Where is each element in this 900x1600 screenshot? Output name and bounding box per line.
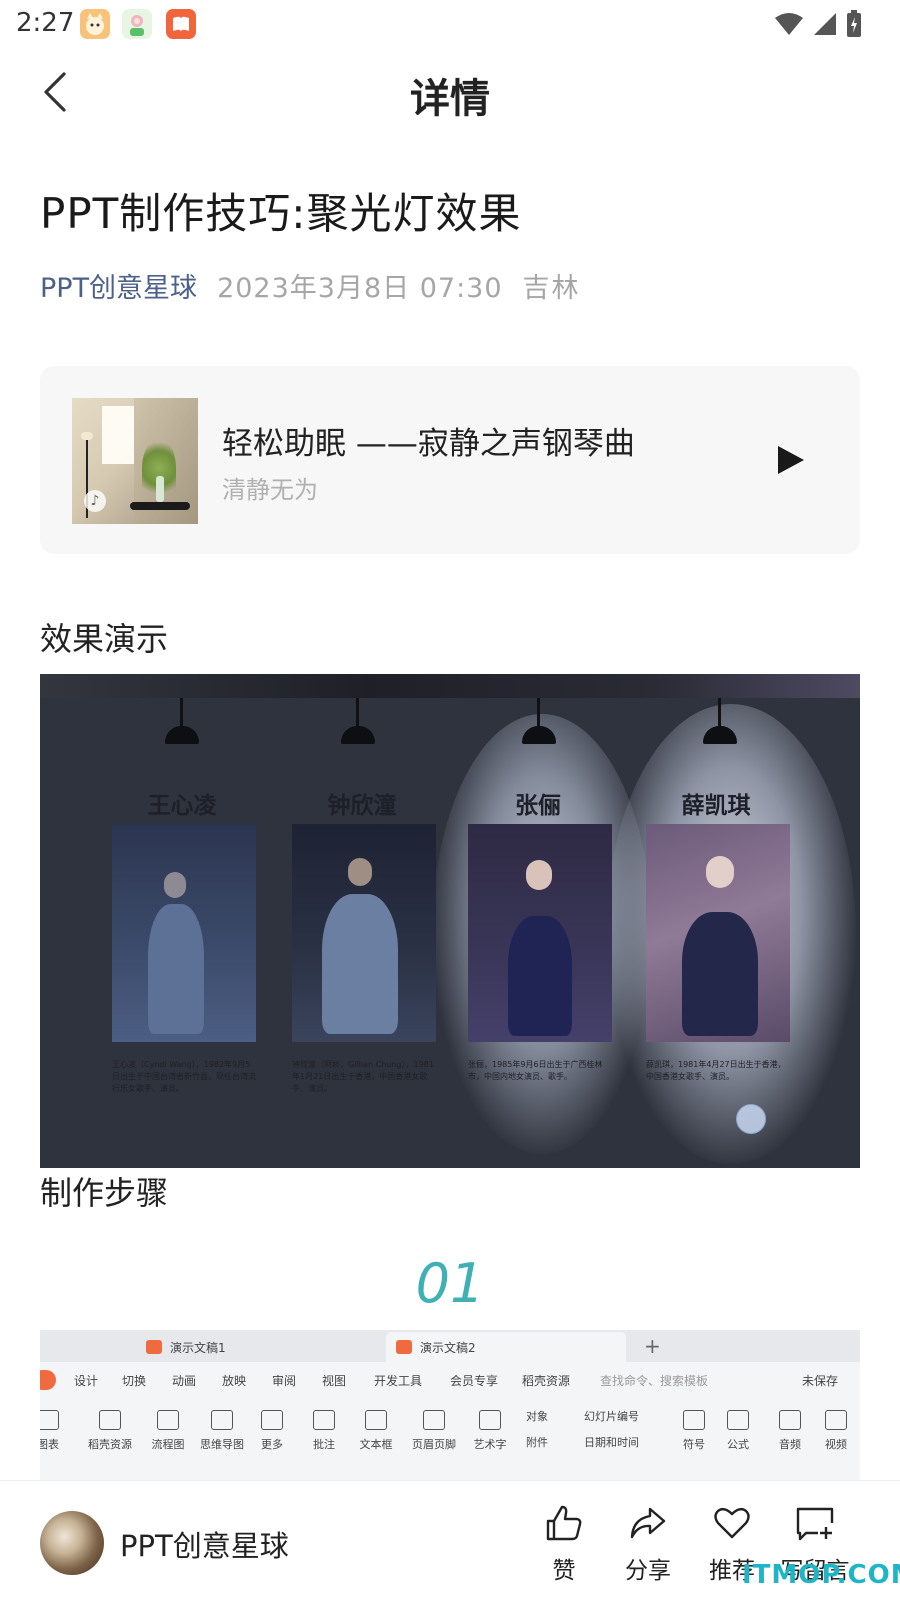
lamp-icon (165, 726, 199, 744)
person-name: 张俪 (515, 793, 561, 819)
office-tool-label: 日期和时间 (584, 1436, 639, 1449)
office-tool-label: 思维导图 (200, 1438, 244, 1451)
office-tool-label: 流程图 (151, 1438, 185, 1451)
office-tool-label: 页眉页脚 (412, 1438, 456, 1451)
person-name: 钟欣潼 (327, 793, 397, 819)
office-tool-label: 对象 (526, 1410, 548, 1423)
signal-icon (814, 13, 836, 35)
wifi-icon (775, 13, 803, 35)
music-cover-image: ♪ (72, 398, 198, 524)
office-menu-item: 放映 (222, 1374, 247, 1388)
person-caption: 钟欣潼（阿娇，Gillian Chung），1981年1月21日出生于香港，中国… (292, 1060, 434, 1093)
status-right-icons (774, 10, 862, 38)
office-tool-label: 附件 (526, 1436, 548, 1449)
section-heading-steps: 制作步骤 (40, 1174, 169, 1212)
person-photo (292, 824, 436, 1042)
person-photo (646, 824, 790, 1042)
office-tool-label: 批注 (313, 1438, 335, 1451)
person-photo (112, 824, 256, 1042)
music-note-icon: ♪ (84, 490, 106, 512)
character-app-icon (122, 9, 152, 39)
office-tool-label: 符号 (683, 1438, 705, 1451)
article-date: 2023年3月8日 07:30 (217, 273, 503, 304)
office-tab: 演示文稿1 (170, 1341, 226, 1355)
share-button[interactable]: 分享 (608, 1503, 688, 1585)
account-name[interactable]: PPT创意星球 (120, 1523, 289, 1565)
music-artist: 清静无为 (222, 476, 318, 504)
article-meta: PPT创意星球 2023年3月8日 07:30 吉林 (40, 266, 581, 305)
office-menu-item: 未保存 (802, 1374, 839, 1388)
share-icon (630, 1507, 666, 1539)
person-name: 薛凯琪 (681, 793, 751, 819)
office-menu-item: 动画 (172, 1374, 197, 1388)
office-search-text: 查找命令、搜索模板 (600, 1374, 709, 1388)
like-label: 赞 (552, 1558, 576, 1584)
office-menu-item: 切换 (122, 1374, 147, 1388)
office-tool-label: 音频 (779, 1438, 801, 1451)
page-title: 详情 (410, 76, 490, 122)
article-title: PPT制作技巧:聚光灯效果 (40, 189, 522, 238)
lamp-icon (341, 726, 375, 744)
person-caption: 薛凯琪，1981年4月27日出生于香港，中国香港女歌手、演员。 (646, 1060, 786, 1081)
comment-add-icon (796, 1507, 834, 1541)
watermark: ITMOP.COM (742, 1560, 900, 1590)
person-caption: 王心凌（Cyndi Wang），1982年9月5日出生于中国台湾省新竹县，现任台… (112, 1060, 256, 1093)
office-tool-label: 公式 (727, 1438, 749, 1451)
cat-app-icon (80, 9, 110, 39)
office-menu-item: 会员专享 (450, 1374, 499, 1388)
article-location: 吉林 (522, 273, 581, 304)
status-time: 2:27 (16, 8, 75, 38)
cursor-circle-icon (736, 1104, 766, 1134)
office-menu-item: 视图 (322, 1374, 347, 1388)
section-heading-demo: 效果演示 (40, 620, 169, 658)
music-title: 轻松助眠 ——寂静之声钢琴曲 (222, 426, 635, 462)
office-screenshot: 演示文稿1 演示文稿2 + 设计 切换 动画 放映 审阅 视图 开发工具 会员专… (40, 1330, 860, 1480)
status-bar: 2:27 (0, 0, 900, 48)
article-author-link[interactable]: PPT创意星球 (40, 273, 197, 304)
demo-image: 王心凌 钟欣潼 张俪 薛凯琪 王心凌（Cyndi Wang），1982年9月5日… (40, 674, 860, 1168)
office-tool-label: 更多 (261, 1438, 283, 1451)
share-label: 分享 (625, 1558, 671, 1584)
battery-icon (847, 10, 861, 37)
office-tool-label: 视频 (825, 1438, 847, 1451)
like-button[interactable]: 赞 (524, 1503, 604, 1585)
office-menu-item: 开发工具 (374, 1374, 423, 1388)
play-icon[interactable] (776, 444, 806, 476)
office-logo-icon (40, 1370, 56, 1390)
person-caption: 张俪，1985年9月6日出生于广西桂林市，中国内地女演员、歌手。 (468, 1060, 603, 1081)
person-photo (468, 824, 612, 1042)
office-tool-label: 幻灯片编号 (584, 1410, 639, 1423)
heart-icon (714, 1507, 750, 1539)
office-menu-item: 审阅 (272, 1374, 297, 1388)
thumbs-up-icon (546, 1505, 582, 1541)
office-tab: 演示文稿2 (420, 1341, 476, 1355)
office-tool-label: 图表 (40, 1438, 59, 1451)
person-name: 王心凌 (147, 793, 217, 819)
office-menu-item: 设计 (74, 1374, 99, 1388)
account-avatar[interactable] (40, 1511, 104, 1575)
step-number: 01 (415, 1252, 485, 1315)
office-menu-item: 稻壳资源 (522, 1374, 571, 1388)
music-card[interactable]: ♪ 轻松助眠 ——寂静之声钢琴曲 清静无为 (40, 366, 860, 554)
office-tool-label: 艺术字 (473, 1438, 507, 1451)
office-tool-label: 稻壳资源 (88, 1438, 132, 1451)
book-app-icon (166, 9, 196, 39)
office-tool-label: 文本框 (359, 1438, 393, 1451)
